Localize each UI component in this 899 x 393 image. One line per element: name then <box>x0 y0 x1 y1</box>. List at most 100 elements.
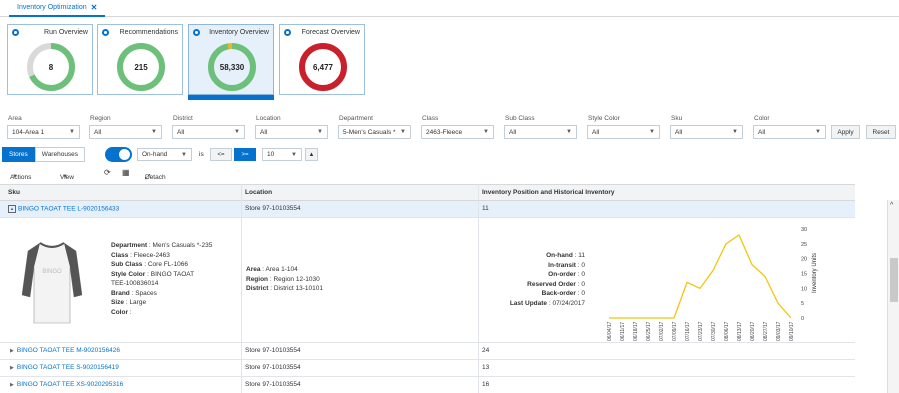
threshold-value: 10 <box>267 151 275 158</box>
product-attribute: Brand : Spaces <box>111 289 157 297</box>
attribute-value: District 13-10101 <box>273 285 323 292</box>
detach-button[interactable]: ⤢ Detach <box>145 170 166 181</box>
close-icon[interactable]: ✕ <box>91 3 98 12</box>
vertical-scrollbar[interactable]: ^ <box>887 200 899 393</box>
tile-title: Forecast Overview <box>301 29 360 36</box>
attribute-value: Spaces <box>135 289 157 297</box>
x-tick-label: 06/04/17 <box>607 321 613 341</box>
location-attributes: Area : Area 1-104 Region : Region 12-1030… <box>246 265 323 294</box>
area-select[interactable]: 104-Area 1 ▼ <box>7 125 80 139</box>
product-attribute: Size : Large <box>111 299 147 306</box>
style-color-select[interactable]: All ▼ <box>587 125 660 139</box>
region-select[interactable]: All ▼ <box>89 125 162 139</box>
x-tick-label: 07/16/17 <box>685 321 691 341</box>
location-attribute: Area : Area 1-104 <box>246 266 298 273</box>
select-value: All <box>758 128 766 136</box>
table-row[interactable]: ▶ BINGO TAOAT TEE XS-9020295316 Store 97-… <box>0 377 855 393</box>
district-select[interactable]: All ▼ <box>172 125 245 139</box>
scrollbar-thumb[interactable] <box>890 258 898 302</box>
expand-icon[interactable]: ▶ <box>10 365 14 371</box>
tile-title: Recommendations <box>119 29 178 36</box>
sku-cell[interactable]: ▴ BINGO TAOAT TEE L-9020156433 <box>8 205 119 213</box>
color-select[interactable]: All ▼ <box>753 125 826 139</box>
expand-icon[interactable]: ▶ <box>10 348 14 354</box>
attribute-value: Fleece-2463 <box>133 251 170 259</box>
refresh-icon[interactable]: ⟳ <box>104 168 111 177</box>
x-tick-label: 08/13/17 <box>737 321 743 341</box>
tab-inventory-optimization[interactable]: Inventory Optimization ✕ <box>9 0 106 17</box>
collapse-icon[interactable]: ▴ <box>8 205 16 213</box>
department-select[interactable]: 5-Men's Casuals * ▼ <box>338 125 411 139</box>
x-tick-label: 09/03/17 <box>776 321 782 341</box>
attribute-value: 11 <box>578 252 585 259</box>
location-cell: Store 97-10103554 <box>245 364 301 371</box>
location-select[interactable]: All ▼ <box>255 125 328 139</box>
tile-recommendations[interactable]: Recommendations 215 <box>97 24 183 95</box>
column-divider <box>241 184 242 393</box>
attribute-key: Department <box>111 242 148 249</box>
tile-forecast-overview[interactable]: Forecast Overview 6,477 <box>279 24 365 95</box>
apply-button[interactable]: Apply <box>831 125 860 139</box>
chevron-down-icon: ▼ <box>291 151 297 158</box>
greater-equal-button[interactable]: >= <box>234 148 256 161</box>
expand-icon[interactable]: ▶ <box>10 382 14 388</box>
sku-select[interactable]: All ▼ <box>670 125 743 139</box>
attribute-key: On-order <box>548 271 576 278</box>
attribute-key: Sub Class <box>111 261 143 268</box>
sku-cell[interactable]: ▶ BINGO TAOAT TEE S-9020156419 <box>10 364 119 371</box>
column-header-inventory[interactable]: Inventory Position and Historical Invent… <box>482 189 615 196</box>
grid-icon[interactable]: ▦ <box>122 168 130 177</box>
inventory-attribute: On-hand : 11 <box>546 252 585 259</box>
warehouses-button[interactable]: Warehouses <box>34 147 86 162</box>
select-value: All <box>592 128 600 136</box>
x-tick-label: 07/23/17 <box>698 321 704 341</box>
y-axis-label: Inventory Units <box>812 253 818 293</box>
series-line <box>609 233 792 319</box>
tile-inventory-overview[interactable]: Inventory Overview 58,330 <box>188 24 274 95</box>
y-tick-label: 30 <box>801 227 807 233</box>
column-header-location[interactable]: Location <box>245 189 272 196</box>
x-tick-label: 07/09/17 <box>672 321 678 341</box>
table-row[interactable]: ▶ BINGO TAOAT TEE S-9020156419 Store 97-1… <box>0 360 855 377</box>
chevron-up-icon[interactable]: ^ <box>890 202 893 209</box>
column-header-sku[interactable]: Sku <box>8 189 20 196</box>
select-value: On-hand <box>142 151 168 158</box>
view-menu[interactable]: View ▼ <box>60 170 74 181</box>
inventory-cell: 24 <box>482 347 490 354</box>
x-tick-label: 08/06/17 <box>724 321 730 341</box>
sku-link: BINGO TAOAT TEE S-9020156419 <box>16 364 119 371</box>
tile-title: Inventory Overview <box>209 29 269 36</box>
sku-cell[interactable]: ▶ BINGO TAOAT TEE XS-9020295316 <box>10 381 123 388</box>
class-select[interactable]: 2463-Fleece ▼ <box>421 125 494 139</box>
measure-toggle[interactable] <box>105 147 132 162</box>
actions-menu[interactable]: Actions ▼ <box>10 170 31 181</box>
chevron-down-icon: ▼ <box>12 174 18 180</box>
product-attribute: Class : Fleece-2463 <box>111 251 170 259</box>
sub-class-select[interactable]: All ▼ <box>504 125 577 139</box>
tile-run-overview[interactable]: Run Overview 8 <box>7 24 93 95</box>
reset-button[interactable]: Reset <box>866 125 896 139</box>
stores-button[interactable]: Stores <box>2 147 35 162</box>
tab-label: Inventory Optimization <box>17 4 87 11</box>
less-equal-button[interactable]: <= <box>210 148 232 161</box>
inventory-cell: 16 <box>482 381 490 388</box>
inventory-attributes: On-hand : 11 In-transit : 0 On-order : 0 Re… <box>483 251 585 308</box>
y-tick-label: 25 <box>801 242 807 248</box>
attribute-key: District <box>246 285 269 292</box>
historical-inventory-chart: 0 5 10 15 20 25 30 06/04/17 06/11/17 06/18/17 06/2… <box>607 227 818 341</box>
attribute-value: Large <box>129 299 147 306</box>
attribute-value: 0 <box>581 290 585 297</box>
product-attribute: Department : Men's Casuals *-235 <box>111 242 213 249</box>
measure-select[interactable]: On-hand ▼ <box>137 148 192 161</box>
tab-bar: Inventory Optimization ✕ <box>0 0 899 17</box>
threshold-input[interactable]: 10 ▼ <box>262 148 302 161</box>
operator-label: is <box>199 151 204 158</box>
attribute-value: 0 <box>581 280 585 288</box>
location-attribute: Region : Region 12-1030 <box>246 275 320 283</box>
sku-cell[interactable]: ▶ BINGO TAOAT TEE M-9020156426 <box>10 347 120 354</box>
table-row[interactable]: ▶ BINGO TAOAT TEE M-9020156426 Store 97-1… <box>0 343 855 360</box>
attribute-value: Men's Casuals *-235 <box>152 242 213 249</box>
location-cell: Store 97-10103554 <box>245 205 301 212</box>
table-row[interactable]: ▴ BINGO TAOAT TEE L-9020156433 Store 97-1… <box>0 201 855 218</box>
increment-button[interactable]: ▲ <box>305 148 318 161</box>
